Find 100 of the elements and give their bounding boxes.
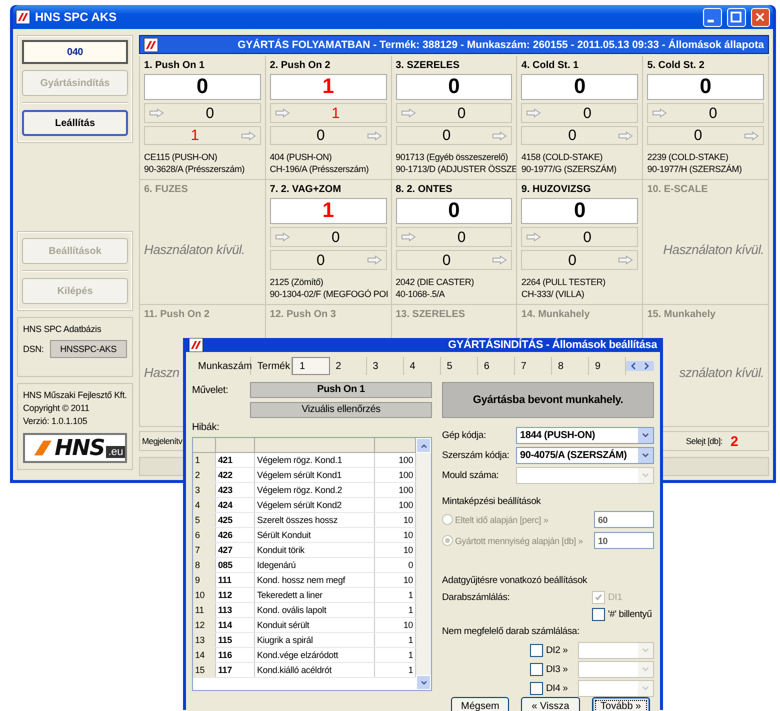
checkbox-label: DI3 »	[546, 664, 568, 675]
chevron-up-icon[interactable]	[420, 442, 428, 450]
station-info: 90-3628/A (Présszerszám)	[144, 163, 246, 176]
row-number: 2	[193, 468, 216, 482]
tab[interactable]: 5	[440, 357, 478, 375]
station-info: CE115 (PUSH-ON)	[144, 151, 218, 164]
checkbox[interactable]	[530, 682, 543, 695]
station-title: 5. Cold St. 2	[647, 60, 706, 72]
station-info: 2264 (PULL TESTER)	[521, 276, 606, 288]
checkbox-label: DI4 »	[546, 683, 568, 694]
arrow-icon	[492, 130, 508, 141]
status-label: Megjelenítv	[142, 436, 182, 446]
counter-value: 0	[441, 252, 452, 269]
dropdown-field[interactable]	[578, 642, 654, 659]
row-number: 8	[193, 558, 216, 572]
arrow-icon	[366, 255, 382, 266]
tab[interactable]: 3	[366, 357, 404, 375]
checkbox-label: DI2 »	[546, 645, 568, 656]
dsn-field: HNSSPC-AKS	[50, 340, 127, 358]
field-label: Darabszámlálás:	[442, 592, 511, 603]
tab[interactable]: 4	[404, 357, 441, 375]
station-info: 404 (PUSH-ON)	[270, 151, 333, 164]
tab[interactable]: 7	[514, 357, 552, 375]
row-number: 3	[193, 482, 216, 498]
table-cell: Kond. ovális lapolt	[254, 602, 374, 618]
dropdown-field[interactable]	[578, 680, 654, 697]
arrow-icon	[400, 108, 416, 118]
station-status: Használaton kívül.	[663, 242, 764, 257]
dropdown-button[interactable]	[638, 448, 653, 463]
counter-value: 0	[456, 228, 467, 246]
reject-count: 2	[730, 432, 738, 449]
tab[interactable]: 1	[292, 357, 330, 375]
counter-value: 0	[330, 228, 341, 246]
station-title: 12. Push On 3	[270, 309, 337, 320]
close-icon[interactable]	[751, 8, 770, 26]
station-title: 6. FUZES	[144, 184, 189, 196]
arrow-icon	[618, 255, 634, 266]
table-cell: 423	[216, 482, 254, 498]
app-logo-icon	[189, 338, 203, 352]
dropdown-field[interactable]	[578, 661, 654, 678]
app-logo-icon	[16, 10, 30, 24]
counter-value: 0	[708, 104, 718, 122]
status-panel: Gyártásba bevont munkahely.	[442, 382, 654, 418]
dialog-button[interactable]: « Vissza	[521, 697, 580, 711]
station-title: 7. 2. VAG+ZOM	[270, 184, 342, 196]
station-title: 11. Push On 2	[144, 309, 211, 320]
row-number: 11	[193, 602, 216, 618]
table-cell: 427	[216, 542, 254, 558]
table-cell: Végelem rögz. Kond.1	[254, 452, 374, 468]
station-info: 901713 (Egyéb összeszerelő)	[396, 151, 509, 164]
dropdown-field[interactable]: 90-4075/A (SZERSZÁM)	[516, 447, 654, 464]
chevron-down-icon	[641, 684, 650, 693]
chevron-down-icon[interactable]	[420, 678, 428, 686]
row-number: 7	[193, 542, 216, 558]
arrow-icon	[492, 255, 508, 266]
dsn-label: DSN:	[23, 344, 44, 354]
tab[interactable]: Munkaszám	[192, 357, 252, 375]
maximize-icon[interactable]	[727, 8, 746, 26]
company-logo: HNS .eu	[23, 433, 127, 463]
dropdown-field[interactable]: 1844 (PUSH-ON)	[516, 427, 654, 444]
row-number: 10	[193, 588, 216, 602]
field-label: Szerszám kódja:	[442, 450, 510, 461]
minimize-icon[interactable]	[703, 8, 722, 26]
counter-value: 0	[567, 252, 578, 269]
dialog-button[interactable]: Mégsem	[451, 697, 510, 711]
table-cell: 425	[216, 512, 254, 528]
scrollbar[interactable]	[416, 438, 431, 690]
tab[interactable]: 8	[552, 357, 589, 375]
checkbox[interactable]	[530, 663, 543, 676]
field-label: Mould száma:	[442, 470, 500, 481]
tab-scroll-icon[interactable]	[626, 361, 654, 371]
chevron-down-icon	[641, 646, 650, 655]
station-info: 2042 (DIE CASTER)	[396, 276, 475, 288]
buttons[interactable]: Leállítás	[22, 110, 128, 136]
table-cell: 117	[216, 662, 254, 678]
total-count-field: 0	[396, 74, 512, 100]
station-info: 40-1068-.5/A	[396, 288, 446, 300]
station-status: sználaton kívül.	[679, 365, 764, 380]
database-title: HNS SPC Adatbázis	[23, 324, 102, 334]
field-label: Gép kódja:	[442, 430, 487, 441]
checkbox[interactable]	[530, 644, 543, 657]
tab[interactable]: 6	[478, 357, 515, 375]
counter-value: 0	[441, 127, 452, 144]
tab[interactable]: 2	[330, 357, 367, 375]
table-cell: Végelem sérült Kond1	[254, 468, 374, 482]
counter-value: 1	[190, 127, 200, 144]
arrow-icon	[274, 232, 290, 242]
table-cell: Végelem sérült Kond2	[254, 498, 374, 512]
reject-label: Selejt [db]:	[686, 436, 722, 446]
total-count-field: 0	[144, 74, 261, 100]
dialog-button[interactable]: Tovább »	[592, 697, 650, 711]
row-number: 6	[193, 528, 216, 542]
counter-value: 0	[456, 104, 467, 122]
section-title: Mintaképzési beállítások	[442, 496, 542, 507]
station-title: 15. Munkahely	[647, 309, 717, 320]
station-title: 9. HUZOVIZSG	[521, 184, 592, 196]
arrow-icon	[149, 108, 164, 118]
checkbox[interactable]	[592, 608, 605, 621]
dropdown-button[interactable]	[638, 428, 653, 443]
arrow-icon	[618, 130, 634, 141]
